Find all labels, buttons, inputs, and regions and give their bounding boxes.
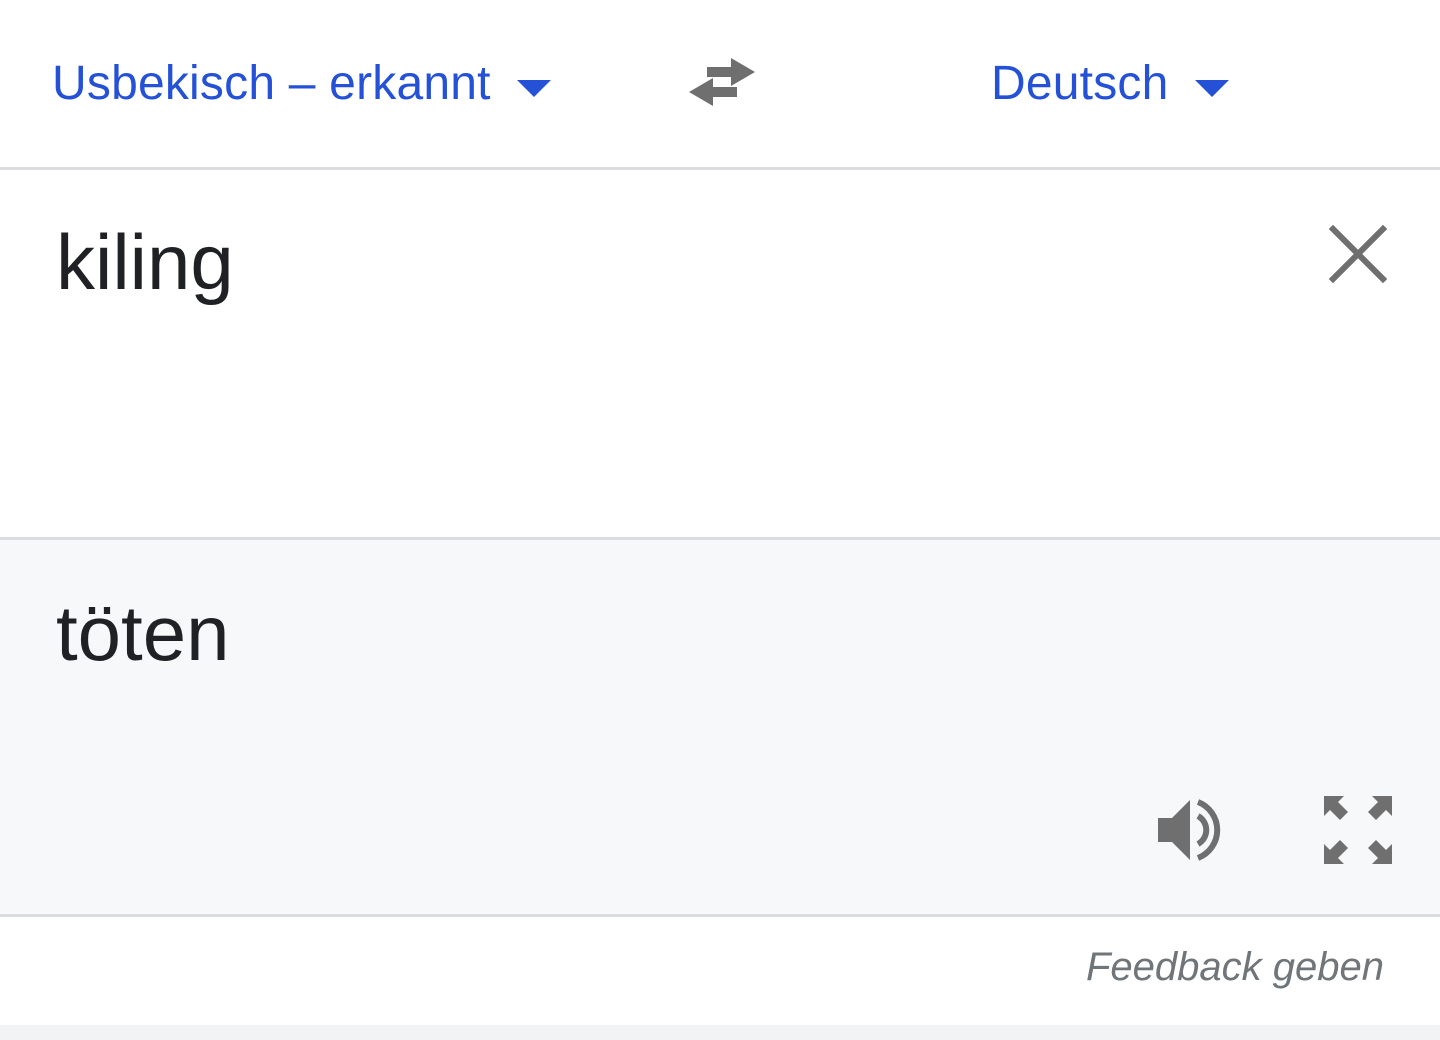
target-language-selector[interactable]: Deutsch: [991, 48, 1229, 118]
clear-source-button[interactable]: [1322, 218, 1394, 290]
feedback-link[interactable]: Feedback geben: [1086, 945, 1384, 990]
swap-languages-button[interactable]: [680, 50, 764, 114]
source-input-area[interactable]: kiling: [0, 170, 1440, 537]
bottom-divider: [0, 1025, 1440, 1040]
translation-text: töten: [56, 589, 230, 677]
fullscreen-button[interactable]: [1316, 790, 1400, 870]
language-bar: Usbekisch – erkannt Deutsch: [0, 0, 1440, 170]
fullscreen-icon: [1324, 796, 1392, 864]
volume-icon: [1158, 799, 1221, 861]
swap-arrows-icon: [689, 58, 755, 106]
footer: Feedback geben: [0, 917, 1440, 1025]
translation-result-area: töten: [0, 537, 1440, 917]
source-language-label: Usbekisch – erkannt: [52, 56, 491, 110]
source-language-selector[interactable]: Usbekisch – erkannt: [52, 48, 551, 118]
chevron-down-icon: [1194, 79, 1229, 97]
source-text[interactable]: kiling: [56, 212, 234, 312]
close-icon: [1329, 225, 1387, 283]
listen-button[interactable]: [1148, 790, 1232, 870]
translate-page: Usbekisch – erkannt Deutsch kiling töten…: [0, 0, 1440, 1040]
chevron-down-icon: [516, 79, 551, 97]
target-language-label: Deutsch: [991, 56, 1169, 110]
